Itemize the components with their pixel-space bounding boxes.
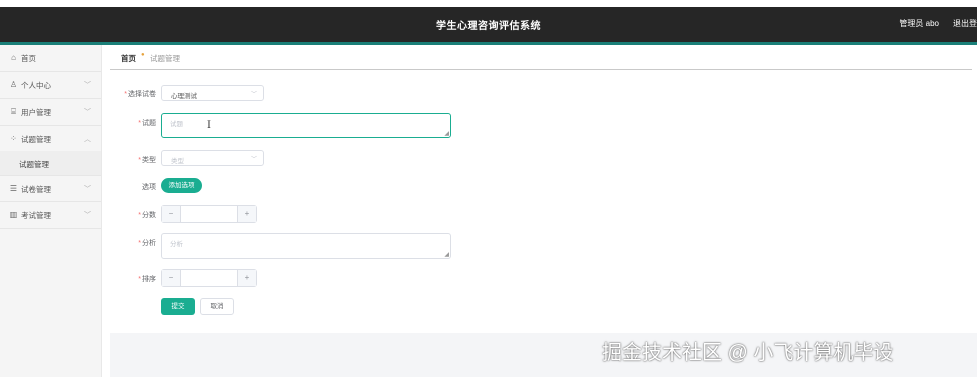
user-icon: ♙ [9, 80, 18, 89]
type-label: *类型 [138, 157, 156, 164]
chevron-down-icon: ﹀ [84, 186, 91, 193]
minus-icon[interactable]: − [162, 270, 181, 286]
chevron-down-icon: ﹀ [250, 92, 257, 98]
question-label: *试题 [138, 120, 156, 127]
watermark-text: 掘金技术社区 @ 小飞计算机毕设 [602, 342, 894, 364]
sidebar-item-label: 考试管理 [21, 211, 51, 220]
sidebar-subitem-questions[interactable]: 试题管理 [0, 151, 101, 175]
chevron-down-icon: ﹀ [84, 212, 91, 219]
order-label: *排序 [138, 276, 156, 283]
question-form: *选择试卷 心理测试 ﹀ *试题 试题 ◢ *类型 类型 ﹀ 选项 添加选项 *… [110, 70, 972, 333]
submit-button[interactable]: 提交 [161, 298, 195, 315]
sidebar-item-questions[interactable]: ⁘ 试题管理 ︿ [0, 126, 101, 153]
breadcrumb: 首页 ● 试题管理 [110, 45, 972, 70]
breadcrumb-home[interactable]: 首页 [121, 53, 136, 64]
cancel-button[interactable]: 取消 [200, 298, 234, 315]
chart-icon: ▥ [9, 210, 18, 219]
analysis-textarea[interactable]: 分析 ◢ [161, 233, 451, 259]
user-label: 管理员 abo [899, 19, 939, 28]
paper-select[interactable]: 心理测试 ﹀ [161, 85, 264, 101]
sidebar-item-profile[interactable]: ♙ 个人中心 ﹀ [0, 72, 101, 99]
plus-icon[interactable]: + [237, 206, 256, 222]
home-icon: ⌂ [11, 53, 16, 62]
sidebar: ⌂ 首页 ♙ 个人中心 ﹀ ⌸ 用户管理 ﹀ ⁘ 试题管理 ︿ 试题管理 ☰ 试… [0, 45, 102, 377]
sidebar-item-exams[interactable]: ▥ 考试管理 ﹀ [0, 202, 101, 229]
question-textarea[interactable]: 试题 ◢ [161, 113, 451, 138]
sidebar-item-label: 试卷管理 [21, 185, 51, 194]
score-stepper[interactable]: − + [161, 205, 257, 223]
breadcrumb-current: 试题管理 [150, 54, 180, 63]
chevron-down-icon: ﹀ [84, 82, 91, 89]
plus-icon[interactable]: + [237, 270, 256, 286]
sidebar-item-home[interactable]: ⌂ 首页 [0, 45, 101, 72]
paper-select-value: 心理测试 [171, 93, 197, 100]
top-header: 学生心理咨询评估系统 管理员 abo 退出登录 [0, 7, 977, 42]
resize-grip-icon: ◢ [444, 252, 449, 258]
minus-icon[interactable]: − [162, 206, 181, 222]
question-placeholder: 试题 [170, 121, 183, 128]
order-stepper[interactable]: − + [161, 269, 257, 287]
chevron-up-icon: ︿ [84, 136, 91, 143]
text-cursor-icon: I [207, 120, 211, 131]
paper-label: *选择试卷 [124, 91, 156, 98]
sidebar-item-label: 个人中心 [21, 81, 51, 90]
analysis-placeholder: 分析 [170, 241, 183, 248]
resize-grip-icon: ◢ [444, 131, 449, 137]
options-label: 选项 [142, 184, 156, 191]
sidebar-subitem-label: 试题管理 [19, 160, 49, 169]
analysis-label: *分析 [138, 240, 156, 247]
chevron-down-icon: ﹀ [84, 109, 91, 116]
list-icon: ☰ [9, 184, 18, 193]
app-title: 学生心理咨询评估系统 [436, 21, 541, 32]
bank-icon: ⌸ [11, 107, 16, 116]
type-placeholder: 类型 [171, 158, 184, 165]
breadcrumb-separator-icon: ● [141, 52, 145, 58]
sidebar-item-label: 试题管理 [21, 135, 51, 144]
type-select[interactable]: 类型 ﹀ [161, 150, 264, 166]
sidebar-item-label: 用户管理 [21, 108, 51, 117]
sidebar-item-label: 首页 [21, 54, 36, 63]
add-option-button[interactable]: 添加选项 [161, 178, 202, 193]
chevron-down-icon: ﹀ [250, 157, 257, 163]
logout-link[interactable]: 退出登录 [953, 18, 977, 29]
sidebar-item-users[interactable]: ⌸ 用户管理 ﹀ [0, 99, 101, 126]
sidebar-item-papers[interactable]: ☰ 试卷管理 ﹀ [0, 175, 101, 202]
score-label: *分数 [138, 212, 156, 219]
grid-icon: ⁘ [10, 134, 17, 143]
